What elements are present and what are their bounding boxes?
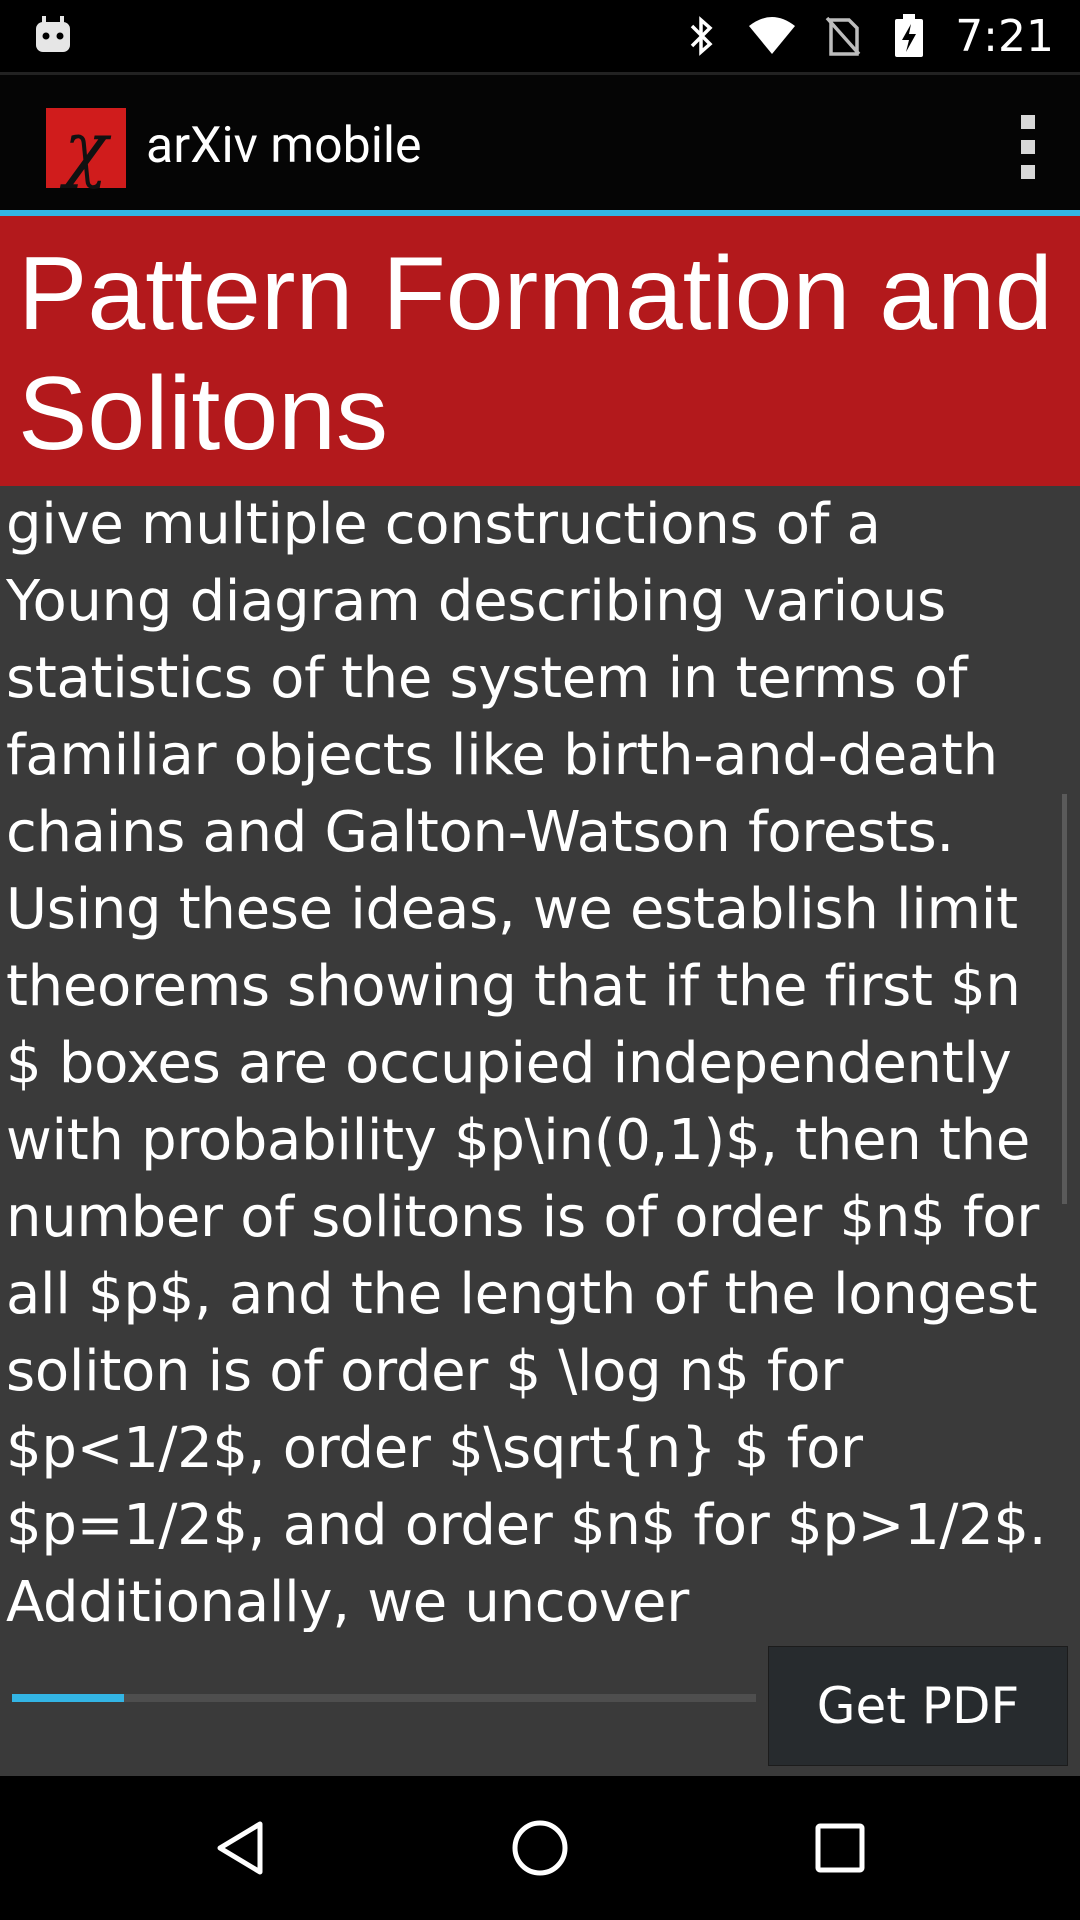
wifi-icon — [747, 16, 797, 56]
abstract-text: give multiple constructions of a Young d… — [6, 492, 1047, 1632]
app-logo[interactable]: χ — [46, 106, 126, 190]
bluetooth-icon — [681, 16, 721, 56]
back-icon[interactable] — [200, 1808, 280, 1888]
home-icon[interactable] — [500, 1808, 580, 1888]
abstract-scroll-area[interactable]: give multiple constructions of a Young d… — [6, 486, 1064, 1632]
paper-title: Pattern Formation and Solitons — [18, 236, 1053, 472]
recents-icon[interactable] — [800, 1808, 880, 1888]
download-progress-bar — [12, 1694, 756, 1702]
overflow-menu-icon[interactable] — [1018, 115, 1038, 179]
no-sim-icon — [823, 16, 863, 56]
app-title: arXiv mobile — [146, 117, 422, 175]
download-progress-fill — [12, 1694, 124, 1702]
action-bar: χ arXiv mobile — [0, 72, 1080, 212]
battery-charging-icon — [889, 14, 929, 57]
status-time: 7:21 — [955, 10, 1054, 62]
paper-title-banner: Pattern Formation and Solitons — [0, 216, 1080, 486]
navigation-bar — [0, 1776, 1080, 1920]
android-debug-icon — [34, 14, 72, 54]
status-bar: 7:21 — [0, 0, 1080, 72]
get-pdf-button[interactable]: Get PDF — [768, 1646, 1068, 1766]
scrollbar[interactable] — [1062, 794, 1067, 1204]
